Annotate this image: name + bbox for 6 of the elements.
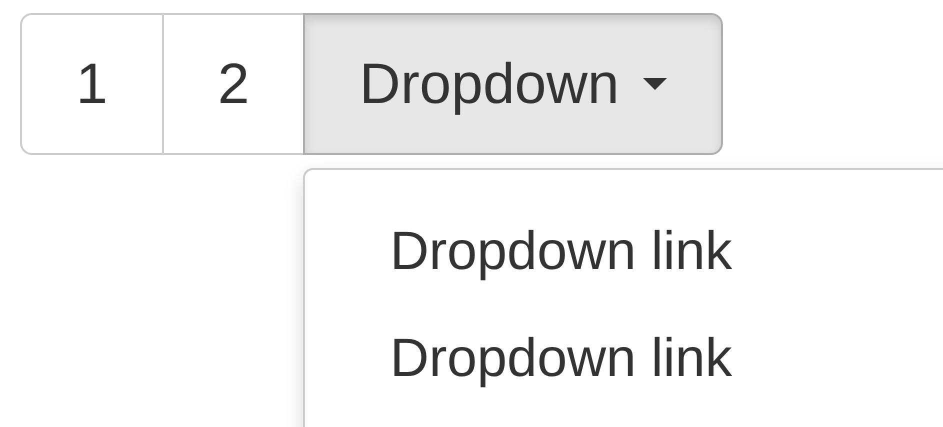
caret-icon [643, 78, 668, 90]
page-button[interactable]: 1 [20, 13, 164, 155]
dropdown-link[interactable]: Dropdown link [305, 305, 732, 412]
dropdown-button[interactable]: Dropdown [303, 13, 724, 155]
page-button[interactable]: 2 [162, 13, 306, 155]
dropdown-link[interactable]: Dropdown link [305, 198, 732, 305]
